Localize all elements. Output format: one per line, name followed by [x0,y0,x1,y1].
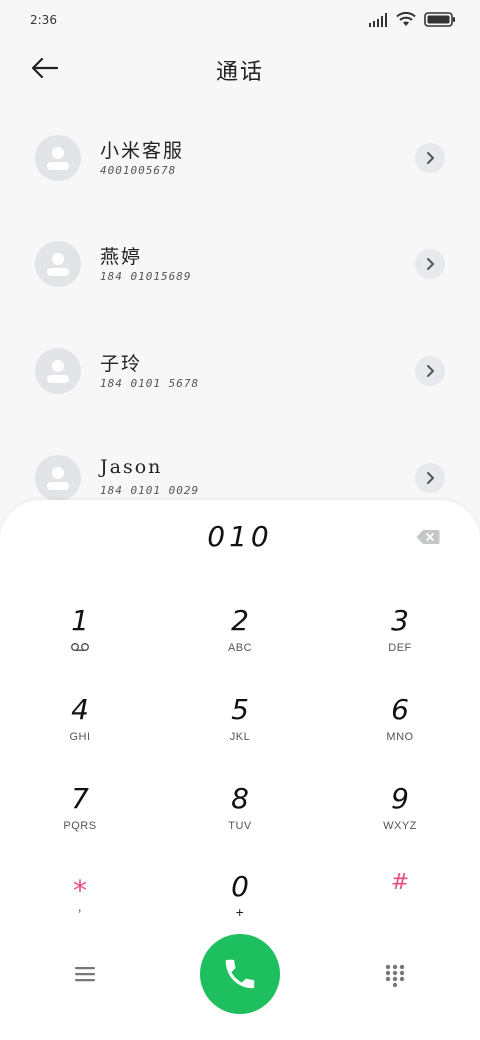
contact-number: 184 0101 5678 [100,377,200,390]
contact-number: 184 01015689 [100,270,192,283]
call-button[interactable] [200,934,280,1014]
key-letters: DEF [388,642,412,654]
backspace-button[interactable] [416,529,440,545]
key-star[interactable]: * , [0,874,160,954]
status-icons [368,12,456,27]
contact-detail-button[interactable] [415,356,445,386]
chevron-right-icon [427,258,434,270]
key-letters: WXYZ [383,820,417,832]
key-letters: MNO [386,731,414,743]
key-9[interactable]: 9 WXYZ [320,782,480,862]
key-letters: JKL [229,731,251,743]
contact-name: 燕婷 [100,246,143,268]
avatar [35,241,81,287]
menu-button[interactable] [74,964,96,984]
voicemail-icon [71,643,89,652]
menu-icon [75,967,95,982]
key-digit: 0 [231,870,249,903]
key-2[interactable]: 2 ABC [160,604,320,684]
key-letters: PQRS [63,820,97,832]
key-digit: 4 [71,693,89,726]
avatar [35,455,81,501]
key-digit: # [390,870,410,895]
keypad-toggle-button[interactable] [384,963,406,988]
dialpad-icon [385,964,405,988]
contact-number: 184 0101 0029 [100,484,200,497]
key-6[interactable]: 6 MNO [320,693,480,773]
status-time: 2:36 [30,13,57,27]
key-3[interactable]: 3 DEF [320,604,480,684]
avatar [35,135,81,181]
contact-item[interactable]: 子玲 184 0101 5678 [0,323,480,423]
contact-item[interactable]: 小米客服 4001005678 [0,110,480,210]
key-hash[interactable]: # [320,866,480,946]
key-letters: , [77,898,83,914]
page-title: 通话 [215,60,264,85]
contact-name: 小米客服 [100,140,185,162]
signal-icon [369,12,387,27]
header: 通话 [0,48,480,92]
chevron-right-icon [427,152,434,164]
person-icon [47,467,69,490]
contact-item[interactable]: 燕婷 184 01015689 [0,216,480,316]
dialed-number: 010 [207,520,273,553]
contact-number: 4001005678 [100,164,177,177]
key-digit: 2 [231,604,249,637]
key-letters: GHI [69,731,91,743]
key-digit: 6 [391,693,409,726]
phone-icon [225,959,255,989]
chevron-right-icon [427,472,434,484]
avatar [35,348,81,394]
key-digit: 7 [71,782,89,815]
key-digit: 3 [391,604,409,637]
status-bar: 2:36 [0,0,480,40]
contact-name: 子玲 [100,353,143,375]
contact-detail-button[interactable] [415,143,445,173]
key-digit: 9 [391,782,409,815]
key-letters: + [235,904,245,920]
battery-icon [424,12,455,27]
contact-name: Jason [100,456,163,478]
backspace-icon [416,530,440,544]
key-letters: ABC [227,642,253,654]
key-digit: 1 [71,604,89,637]
person-icon [47,147,69,170]
key-1[interactable]: 1 [0,604,160,684]
contact-detail-button[interactable] [415,249,445,279]
person-icon [47,360,69,383]
chevron-right-icon [427,365,434,377]
key-digit: 8 [231,782,249,815]
key-7[interactable]: 7 PQRS [0,782,160,862]
key-4[interactable]: 4 GHI [0,693,160,773]
key-letters: TUV [228,820,252,832]
key-digit: 5 [231,693,249,726]
wifi-icon [396,12,416,26]
person-icon [47,253,69,276]
dialpad-sheet: 010 1 2 ABC 3 DEF 4 GHI 5 JKL 6 MNO 7 PQ… [0,500,480,1040]
contact-detail-button[interactable] [415,463,445,493]
key-5[interactable]: 5 JKL [160,693,320,773]
key-8[interactable]: 8 TUV [160,782,320,862]
